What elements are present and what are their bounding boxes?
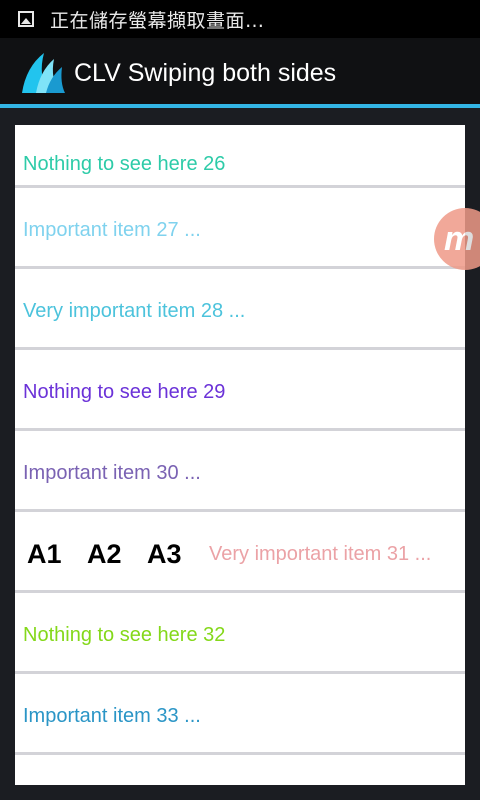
list-item[interactable]: Very important item 28 ... — [15, 272, 465, 351]
image-notification-icon — [18, 11, 34, 27]
divider — [15, 590, 465, 593]
list-item-label: Nothing to see here 32 — [23, 624, 226, 646]
list-item[interactable]: Important item 33 ... — [15, 677, 465, 756]
divider — [15, 347, 465, 350]
list-item-label: Important item 30 ... — [23, 462, 201, 484]
swipe-list[interactable]: Nothing to see here 26 Important item 27… — [15, 125, 465, 785]
list-item-label: Very important item 31 ... — [209, 543, 432, 565]
swipe-action-a3-button[interactable]: A3 — [147, 539, 195, 570]
app-title: CLV Swiping both sides — [74, 58, 337, 87]
list-item-label: Important item 27 ... — [23, 219, 201, 241]
status-bar: 正在儲存螢幕擷取畫面… — [0, 0, 480, 38]
divider — [15, 185, 465, 188]
divider — [15, 671, 465, 674]
m-logo-letter: m — [444, 219, 475, 258]
list-item[interactable]: Important item 30 ... — [15, 434, 465, 513]
swipe-action-a1-button[interactable]: A1 — [27, 539, 75, 570]
swipe-action-a2-button[interactable]: A2 — [87, 539, 135, 570]
divider — [15, 752, 465, 755]
list-item[interactable]: Nothing to see here 29 — [15, 353, 465, 432]
list-item-label: Nothing to see here 29 — [23, 381, 226, 403]
status-notification-text: 正在儲存螢幕擷取畫面… — [50, 9, 265, 32]
list-item-swiped[interactable]: A1 A2 A3 Very important item 31 ... — [15, 515, 465, 594]
action-bar: CLV Swiping both sides — [0, 38, 480, 108]
list-item[interactable]: Nothing to see here 32 — [15, 596, 465, 675]
list-item-label: Very important item 28 ... — [23, 300, 246, 322]
divider — [15, 266, 465, 269]
list-item-label: Nothing to see here 26 — [23, 153, 226, 175]
list-item[interactable]: Important item 27 ... — [15, 191, 465, 270]
divider — [15, 428, 465, 431]
list-item-label: Important item 33 ... — [23, 705, 201, 727]
divider — [15, 509, 465, 512]
list-item[interactable] — [15, 758, 465, 785]
app-logo-icon[interactable] — [18, 49, 66, 97]
